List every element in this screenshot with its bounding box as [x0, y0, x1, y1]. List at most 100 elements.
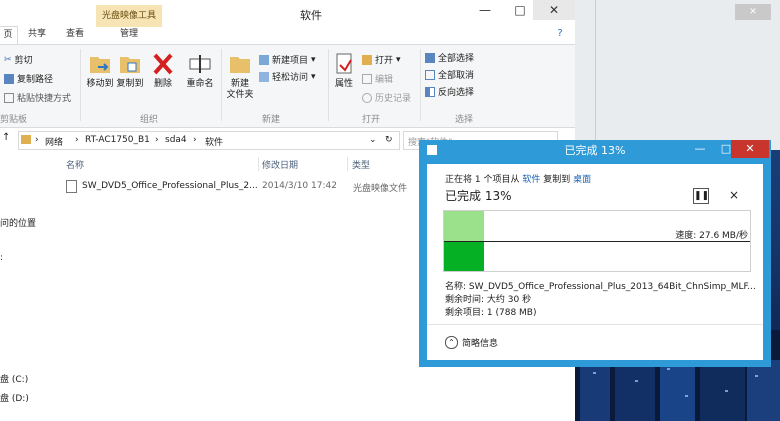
- dropdown-arrow-icon: ▾: [396, 54, 401, 65]
- dropdown-arrow-icon: ▾: [311, 54, 316, 65]
- breadcrumb-sda4[interactable]: sda4: [165, 135, 187, 145]
- nav-recent-places[interactable]: 问的位置: [0, 216, 36, 229]
- minimize-button[interactable]: —: [687, 140, 713, 158]
- open-icon: [362, 54, 372, 65]
- cancel-button[interactable]: ×: [729, 188, 739, 202]
- up-arrow-icon[interactable]: ↑: [2, 132, 10, 143]
- select-none-button[interactable]: 全部取消: [425, 68, 474, 81]
- tab-home[interactable]: 页: [0, 26, 18, 44]
- graph-rate-fill: [444, 241, 484, 271]
- new-item-button[interactable]: 新建项目 ▾: [259, 53, 316, 66]
- properties-button[interactable]: 属性: [326, 51, 362, 90]
- new-folder-icon: [230, 57, 250, 73]
- edit-icon: [362, 73, 372, 84]
- file-name-row: 名称: SW_DVD5_Office_Professional_Plus_201…: [445, 282, 756, 292]
- group-label-new: 新建: [262, 115, 281, 125]
- source-link[interactable]: 软件: [522, 175, 540, 185]
- time-remaining: 剩余时间: 大约 30 秒: [445, 295, 532, 305]
- column-divider: [347, 157, 348, 171]
- edit-button[interactable]: 编辑: [362, 72, 393, 85]
- destination-link[interactable]: 桌面: [573, 175, 591, 185]
- maximize-button[interactable]: □: [505, 0, 535, 20]
- paste-shortcut-button[interactable]: 粘贴快捷方式: [4, 91, 71, 104]
- pause-button[interactable]: ❚❚: [693, 188, 709, 204]
- nav-drive-d[interactable]: 盘 (D:): [0, 391, 29, 404]
- invert-selection-icon: [425, 86, 435, 97]
- breadcrumb-separator: ›: [35, 135, 39, 145]
- breadcrumb-router[interactable]: RT-AC1750_B1: [85, 135, 150, 145]
- properties-icon: [336, 53, 352, 74]
- transfer-rate-graph: 速度: 27.6 MB/秒: [443, 210, 751, 272]
- copy-path-button[interactable]: 复制路径: [4, 72, 53, 85]
- nav-item[interactable]: :: [0, 253, 3, 263]
- items-remaining: 剩余项目: 1 (788 MB): [445, 308, 537, 318]
- tab-manage[interactable]: 管理: [110, 26, 148, 43]
- table-row[interactable]: SW_DVD5_Office_Professional_Plus_2... 20…: [60, 178, 420, 195]
- delete-button[interactable]: 删除: [150, 51, 176, 90]
- rename-button[interactable]: 重命名: [182, 51, 218, 90]
- select-all-icon: [425, 52, 435, 63]
- new-item-icon: [259, 54, 269, 65]
- column-divider: [258, 157, 259, 171]
- cut-button[interactable]: ✂ 剪切: [4, 53, 33, 67]
- select-none-icon: [425, 69, 435, 80]
- paste-shortcut-icon: [4, 92, 14, 103]
- breadcrumb-software[interactable]: 软件: [205, 135, 223, 148]
- refresh-icon[interactable]: ↻: [385, 135, 393, 145]
- progress-label: 已完成 13%: [445, 189, 512, 203]
- ribbon-tabs: 页 共享 查看 管理 ?: [0, 26, 575, 44]
- copy-progress-dialog: 已完成 13% — □ ✕ 正在将 1 个项目从 软件 复制到 桌面 已完成 1…: [419, 140, 771, 367]
- close-button[interactable]: ✕: [731, 140, 769, 158]
- group-label-select: 选择: [455, 115, 474, 125]
- easy-access-icon: [259, 71, 269, 82]
- group-label-clipboard: 剪贴板: [0, 115, 28, 125]
- easy-access-button[interactable]: 轻松访问 ▾: [259, 70, 316, 83]
- column-date[interactable]: 修改日期: [262, 158, 298, 171]
- window-behind: ✕: [575, 0, 780, 150]
- disc-image-file-icon: [66, 180, 77, 193]
- ribbon: ✂ 剪切 复制路径 粘贴快捷方式 剪贴板 移动到 复制到 删除 重命名 组织 新…: [0, 44, 575, 128]
- breadcrumb-separator: ›: [193, 135, 197, 145]
- nav-drive-c[interactable]: 盘 (C:): [0, 372, 28, 385]
- open-button[interactable]: 打开 ▾: [362, 53, 401, 66]
- file-date: 2014/3/10 17:42: [262, 181, 337, 191]
- column-type[interactable]: 类型: [352, 158, 370, 171]
- breadcrumb-network[interactable]: 网络: [45, 135, 63, 148]
- help-icon[interactable]: ?: [552, 26, 568, 42]
- breadcrumb-separator: ›: [75, 135, 79, 145]
- copy-path-icon: [4, 73, 14, 84]
- group-label-organize: 组织: [140, 115, 159, 125]
- dialog-body: 正在将 1 个项目从 软件 复制到 桌面 已完成 13% ❚❚ × 速度: 27…: [427, 164, 763, 360]
- select-all-button[interactable]: 全部选择: [425, 51, 474, 64]
- folder-icon: [21, 135, 31, 144]
- tab-view[interactable]: 查看: [58, 26, 92, 43]
- history-button[interactable]: 历史记录: [362, 91, 411, 104]
- scissors-icon: ✂: [4, 54, 12, 65]
- breadcrumb-separator: ›: [155, 135, 159, 145]
- close-icon[interactable]: ✕: [735, 4, 771, 20]
- copy-description: 正在将 1 个项目从 软件 复制到 桌面: [445, 175, 592, 185]
- speed-label: 速度: 27.6 MB/秒: [675, 231, 748, 241]
- column-name[interactable]: 名称: [66, 158, 84, 171]
- delete-icon: [153, 53, 173, 75]
- rename-icon: [189, 55, 211, 73]
- minimize-button[interactable]: —: [470, 0, 500, 20]
- speed-line: [444, 241, 750, 242]
- divider: [595, 0, 596, 150]
- group-label-open: 打开: [362, 115, 381, 125]
- less-details-button[interactable]: ⌃ 简略信息: [445, 336, 498, 349]
- address-bar[interactable]: › 网络 › RT-AC1750_B1 › sda4 › 软件 ⌄ ↻: [18, 131, 400, 150]
- close-button[interactable]: ✕: [533, 0, 575, 20]
- chevron-up-icon: ⌃: [445, 336, 458, 349]
- move-to-icon: [90, 57, 110, 73]
- copy-to-button[interactable]: 复制到: [112, 51, 148, 90]
- history-icon: [362, 92, 372, 103]
- context-tab-group-label: 光盘映像工具: [96, 5, 162, 27]
- tab-share[interactable]: 共享: [20, 26, 54, 43]
- divider: [427, 324, 763, 325]
- invert-selection-button[interactable]: 反向选择: [425, 85, 474, 98]
- copy-icon: [427, 145, 437, 155]
- window-title: 软件: [300, 9, 322, 22]
- new-folder-button[interactable]: 新建 文件夹: [222, 51, 258, 101]
- dropdown-arrow-icon[interactable]: ⌄: [369, 135, 377, 145]
